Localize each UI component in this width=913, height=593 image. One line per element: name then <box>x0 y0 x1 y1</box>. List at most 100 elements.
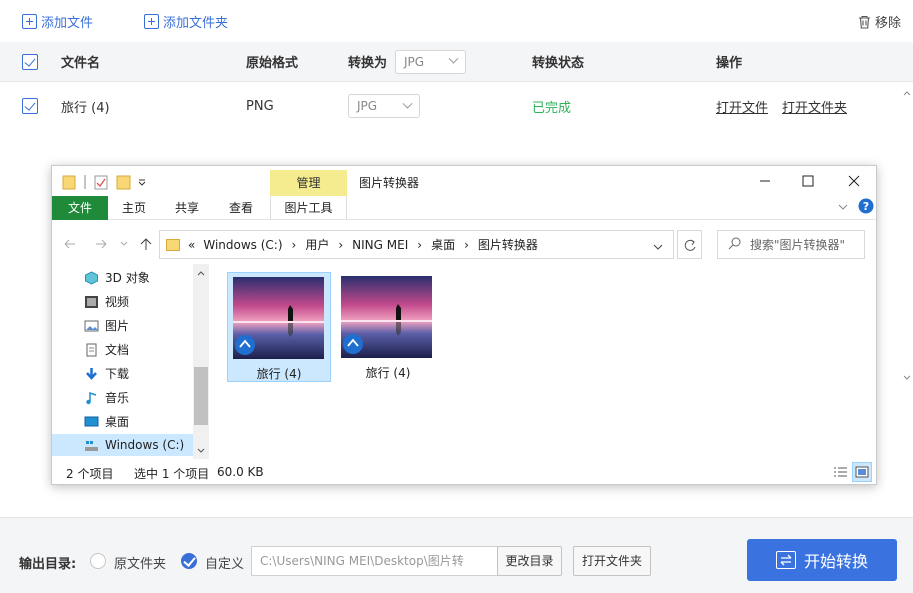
refresh-icon <box>684 239 696 251</box>
breadcrumb-separator[interactable]: › <box>417 238 422 252</box>
convert-all-select[interactable]: JPG <box>395 42 466 81</box>
nav-item-video[interactable]: 视频 <box>84 290 129 312</box>
scrollbar-thumb[interactable] <box>194 367 208 425</box>
page-scroll-down-icon[interactable] <box>903 375 911 381</box>
output-path-input[interactable]: C:\Users\NING MEI\Desktop\图片转 <box>251 546 498 576</box>
tab-home[interactable]: 主页 <box>112 196 156 220</box>
original-folder-label[interactable]: 原文件夹 <box>114 553 166 572</box>
search-icon <box>728 236 742 253</box>
video-icon <box>84 295 99 308</box>
file-item[interactable]: 旅行 (4) <box>336 272 440 382</box>
nav-item-download[interactable]: 下载 <box>84 362 129 384</box>
details-view-icon[interactable] <box>831 463 849 481</box>
breadcrumb-chevrons: « <box>188 237 196 252</box>
breadcrumb-separator[interactable]: › <box>464 238 469 252</box>
breadcrumb-users[interactable]: 用户 <box>305 236 329 253</box>
convert-all-value: JPG <box>404 54 425 69</box>
ribbon-expand-icon[interactable] <box>836 200 850 218</box>
file-explorer-window: 管理 图片转换器 文件 主页 共享 查看 图片工具 ? « Windows (C… <box>51 165 877 485</box>
nav-arrows <box>64 238 152 250</box>
row-format: PNG <box>246 98 274 114</box>
tab-file[interactable]: 文件 <box>52 196 108 220</box>
address-bar-row: « Windows (C:) › 用户 › NING MEI › 桌面 › 图片… <box>52 226 876 260</box>
nav-item-label: 下载 <box>105 366 130 381</box>
tab-view[interactable]: 查看 <box>219 196 263 220</box>
nav-item-desktop[interactable]: 桌面 <box>84 410 129 432</box>
nav-item-label: 音乐 <box>105 390 130 405</box>
breadcrumb-current[interactable]: 图片转换器 <box>478 236 538 253</box>
quick-access-icons <box>62 175 146 190</box>
maximize-button[interactable] <box>799 172 817 190</box>
start-convert-button[interactable]: 开始转换 <box>747 539 897 581</box>
address-bar[interactable]: « Windows (C:) › 用户 › NING MEI › 桌面 › 图片… <box>159 230 674 259</box>
page-scroll-up-icon[interactable] <box>903 90 911 96</box>
change-directory-button[interactable]: 更改目录 <box>497 546 562 576</box>
close-button[interactable] <box>845 172 863 190</box>
custom-label[interactable]: 自定义 <box>205 553 244 572</box>
nav-item-label: 3D 对象 <box>105 270 150 285</box>
radio-custom[interactable] <box>181 553 197 569</box>
tab-share[interactable]: 共享 <box>165 196 209 220</box>
breadcrumb-separator[interactable]: › <box>292 238 297 252</box>
help-icon[interactable]: ? <box>858 198 874 218</box>
image-thumbnail <box>341 276 432 358</box>
search-input[interactable]: 搜索"图片转换器" <box>717 230 865 259</box>
explorer-titlebar: 管理 图片转换器 <box>52 166 876 196</box>
chevron-down-icon[interactable] <box>653 240 663 254</box>
ribbon-tabs: 文件 主页 共享 查看 图片工具 ? <box>52 196 876 220</box>
add-folder-icon <box>144 14 159 29</box>
add-folder-button[interactable]: 添加文件夹 <box>144 12 228 31</box>
nav-item-label: 文档 <box>105 342 130 357</box>
image-thumbnail <box>233 277 324 359</box>
open-folder-link[interactable]: 打开文件夹 <box>782 97 847 116</box>
remove-label: 移除 <box>874 16 901 31</box>
row-checkbox[interactable] <box>22 82 38 130</box>
selected-size: 60.0 KB <box>217 465 264 479</box>
select-all-checkbox[interactable] <box>22 42 38 81</box>
scroll-down-icon[interactable] <box>197 448 205 454</box>
nav-item-documents[interactable]: 文档 <box>84 338 129 360</box>
nav-item-music[interactable]: 音乐 <box>84 386 129 408</box>
pictures-icon <box>84 319 99 332</box>
radio-original-folder[interactable] <box>90 553 106 569</box>
large-icons-view-icon[interactable] <box>852 462 872 482</box>
chevron-down-icon <box>402 98 413 109</box>
nav-item-3d[interactable]: 3D 对象 <box>84 266 150 288</box>
nav-item-pictures[interactable]: 图片 <box>84 314 129 336</box>
header-actions: 操作 <box>716 56 743 71</box>
breadcrumb-user[interactable]: NING MEI <box>352 238 408 252</box>
svg-text:?: ? <box>863 200 869 213</box>
tab-picture-tools[interactable]: 图片工具 <box>270 196 347 220</box>
add-file-label: 添加文件 <box>41 16 94 31</box>
refresh-button[interactable] <box>677 230 702 259</box>
table-header: 文件名 原始格式 转换为 JPG 转换状态 操作 <box>0 42 913 82</box>
header-original-format: 原始格式 <box>246 56 299 71</box>
open-folder-button[interactable]: 打开文件夹 <box>573 546 651 576</box>
nav-item-label: 桌面 <box>105 414 130 429</box>
window-title: 图片转换器 <box>359 176 420 190</box>
file-name: 旅行 (4) <box>256 367 302 381</box>
checkbox-icon <box>22 98 38 114</box>
table-row: 旅行 (4) PNG JPG 已完成 打开文件 打开文件夹 <box>0 82 913 130</box>
scroll-up-icon[interactable] <box>197 270 205 276</box>
add-file-button[interactable]: 添加文件 <box>22 12 93 31</box>
nav-item-drive-c[interactable]: Windows (C:) <box>52 434 193 456</box>
nav-scrollbar[interactable] <box>193 264 209 459</box>
manage-tab[interactable]: 管理 <box>270 170 347 196</box>
remove-button[interactable]: 移除 <box>858 12 901 31</box>
open-file-link[interactable]: 打开文件 <box>716 97 768 116</box>
chevron-down-icon <box>448 53 459 64</box>
breadcrumb-drive[interactable]: Windows (C:) <box>203 238 282 252</box>
minimize-button[interactable] <box>756 172 774 190</box>
header-filename: 文件名 <box>61 56 101 71</box>
top-toolbar: 添加文件 添加文件夹 移除 <box>0 0 913 42</box>
breadcrumb-desktop[interactable]: 桌面 <box>431 236 455 253</box>
header-status: 转换状态 <box>532 56 585 71</box>
folder-icon <box>166 238 180 251</box>
navigation-pane: 3D 对象 视频 图片 文档 下载 音乐 桌面 Windows (C:) <box>52 264 210 459</box>
row-target-select[interactable]: JPG <box>348 82 420 130</box>
file-item[interactable]: 旅行 (4) <box>227 272 331 382</box>
breadcrumb-separator[interactable]: › <box>338 238 343 252</box>
download-icon <box>84 367 99 380</box>
add-folder-label: 添加文件夹 <box>163 16 229 31</box>
